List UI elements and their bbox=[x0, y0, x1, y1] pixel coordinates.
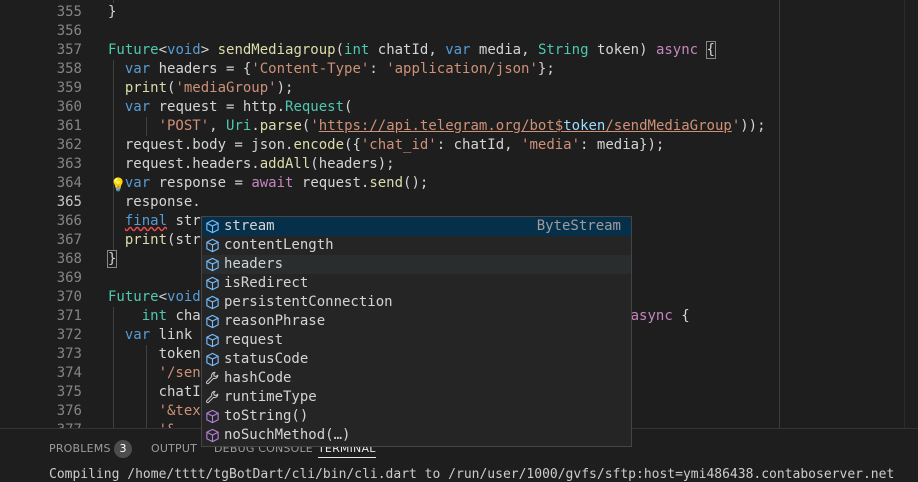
suggestion-label: noSuchMethod(…) bbox=[224, 427, 351, 443]
wrench-icon bbox=[205, 390, 220, 405]
tab-problems[interactable]: PROBLEMS bbox=[49, 442, 111, 455]
line-number: 373 bbox=[56, 346, 82, 362]
method-cube-icon bbox=[205, 409, 220, 424]
line-number: 368 bbox=[56, 251, 82, 267]
line-number: 369 bbox=[56, 270, 82, 286]
problems-count-badge: 3 bbox=[114, 440, 132, 458]
suggestion-detail: ByteStream bbox=[536, 218, 621, 234]
code-text[interactable]: } bbox=[106, 250, 118, 269]
suggestion-item[interactable]: isRedirect bbox=[202, 274, 631, 293]
suggestion-label: toString() bbox=[224, 408, 309, 424]
suggestion-label: request bbox=[224, 332, 284, 348]
suggestion-item[interactable]: runtimeType bbox=[202, 388, 631, 407]
field-cube-icon bbox=[205, 219, 220, 234]
tab-output[interactable]: OUTPUT bbox=[151, 442, 197, 455]
code-text[interactable]: print(str bbox=[108, 231, 201, 250]
line-number: 362 bbox=[56, 137, 82, 153]
line-number: 367 bbox=[56, 232, 82, 248]
code-line[interactable]: 365 response. bbox=[0, 193, 918, 212]
code-line[interactable]: 361 'POST', Uri.parse('https://api.teleg… bbox=[0, 117, 918, 136]
field-cube-icon bbox=[205, 238, 220, 253]
suggestion-item[interactable]: statusCode bbox=[202, 350, 631, 369]
code-text[interactable]: var headers = {'Content-Type': 'applicat… bbox=[108, 60, 555, 79]
line-number: 365 bbox=[56, 194, 82, 210]
field-cube-icon bbox=[205, 276, 220, 291]
suggestion-widget[interactable]: stream ByteStream contentLength headers isRe… bbox=[201, 216, 632, 447]
code-text[interactable]: 'POST', Uri.parse('https://api.telegram.… bbox=[108, 117, 766, 136]
code-line[interactable]: 363 request.headers.addAll(headers); bbox=[0, 155, 918, 174]
suggestion-item[interactable]: contentLength bbox=[202, 236, 631, 255]
suggestion-item[interactable]: toString() bbox=[202, 407, 631, 426]
code-text[interactable]: request.body = json.encode({'chat_id': c… bbox=[108, 136, 665, 155]
suggestion-item[interactable]: hashCode bbox=[202, 369, 631, 388]
method-cube-icon bbox=[205, 428, 220, 443]
suggestion-label: runtimeType bbox=[224, 389, 317, 405]
suggestion-item[interactable]: persistentConnection bbox=[202, 293, 631, 312]
suggestion-label: persistentConnection bbox=[224, 294, 393, 310]
code-line[interactable]: 364 var response = await request.send();… bbox=[0, 174, 918, 193]
line-number: 358 bbox=[56, 61, 82, 77]
line-number: 363 bbox=[56, 156, 82, 172]
code-text[interactable]: Future<void> sendMediagroup(int chatId, … bbox=[108, 41, 717, 60]
line-number: 371 bbox=[56, 308, 82, 324]
code-line[interactable]: 359 print('mediaGroup'); bbox=[0, 79, 918, 98]
suggestion-label: headers bbox=[224, 256, 284, 272]
suggestion-item[interactable]: reasonPhrase bbox=[202, 312, 631, 331]
line-number: 357 bbox=[56, 42, 82, 58]
line-number: 359 bbox=[56, 80, 82, 96]
code-text[interactable]: var link bbox=[108, 326, 192, 345]
suggestion-label: hashCode bbox=[224, 370, 292, 386]
code-text[interactable]: '& bbox=[108, 421, 176, 428]
line-number: 356 bbox=[56, 23, 82, 39]
line-number: 370 bbox=[56, 289, 82, 305]
field-cube-icon bbox=[205, 333, 220, 348]
suggestion-item[interactable]: request bbox=[202, 331, 631, 350]
code-text[interactable]: var response = await request.send(); bbox=[108, 174, 428, 193]
code-line[interactable]: 362 request.body = json.encode({'chat_id… bbox=[0, 136, 918, 155]
wrench-icon bbox=[205, 371, 220, 386]
code-text[interactable]: var request = http.Request( bbox=[108, 98, 353, 117]
field-cube-icon bbox=[205, 352, 220, 367]
code-line[interactable]: 358 var headers = {'Content-Type': 'appl… bbox=[0, 60, 918, 79]
code-line[interactable]: 356 bbox=[0, 22, 918, 41]
line-number: 375 bbox=[56, 384, 82, 400]
field-cube-icon bbox=[205, 257, 220, 272]
suggestion-label: statusCode bbox=[224, 351, 309, 367]
code-line[interactable]: 355} bbox=[0, 3, 918, 22]
line-number: 361 bbox=[56, 118, 82, 134]
suggestion-item[interactable]: stream ByteStream bbox=[202, 217, 631, 236]
code-text[interactable]: Future<void bbox=[108, 288, 201, 307]
suggestion-label: reasonPhrase bbox=[224, 313, 326, 329]
suggestion-label: contentLength bbox=[224, 237, 334, 253]
code-line[interactable]: 357 Future<void> sendMediagroup(int chatI… bbox=[0, 41, 918, 60]
terminal-output-line: Compiling /home/tttt/tgBotDart/cli/bin/c… bbox=[49, 467, 895, 482]
code-text[interactable]: '&tex bbox=[108, 402, 201, 421]
code-line[interactable]: 360 var request = http.Request( bbox=[0, 98, 918, 117]
line-number: 377 bbox=[0, 421, 82, 428]
code-text[interactable]: final str bbox=[108, 212, 201, 231]
suggestion-label: isRedirect bbox=[224, 275, 309, 291]
line-number: 374 bbox=[56, 365, 82, 381]
line-number: 372 bbox=[56, 327, 82, 343]
suggestion-item[interactable]: noSuchMethod(…) bbox=[202, 426, 631, 445]
line-number: 366 bbox=[56, 213, 82, 229]
code-text[interactable]: print('mediaGroup'); bbox=[108, 79, 294, 98]
line-number: 376 bbox=[56, 403, 82, 419]
line-number: 364 bbox=[56, 175, 82, 191]
field-cube-icon bbox=[205, 314, 220, 329]
suggestion-item[interactable]: headers bbox=[202, 255, 631, 274]
code-text[interactable]: request.headers.addAll(headers); bbox=[108, 155, 395, 174]
suggestion-label: stream bbox=[224, 218, 275, 234]
code-text[interactable]: token bbox=[108, 345, 201, 364]
field-cube-icon bbox=[205, 295, 220, 310]
code-text[interactable]: response. bbox=[108, 193, 201, 212]
code-text[interactable]: } bbox=[108, 3, 116, 22]
line-number: 355 bbox=[56, 4, 82, 20]
code-text[interactable]: '/sen bbox=[108, 364, 201, 383]
line-number: 360 bbox=[56, 99, 82, 115]
code-text[interactable]: chatI bbox=[108, 383, 201, 402]
